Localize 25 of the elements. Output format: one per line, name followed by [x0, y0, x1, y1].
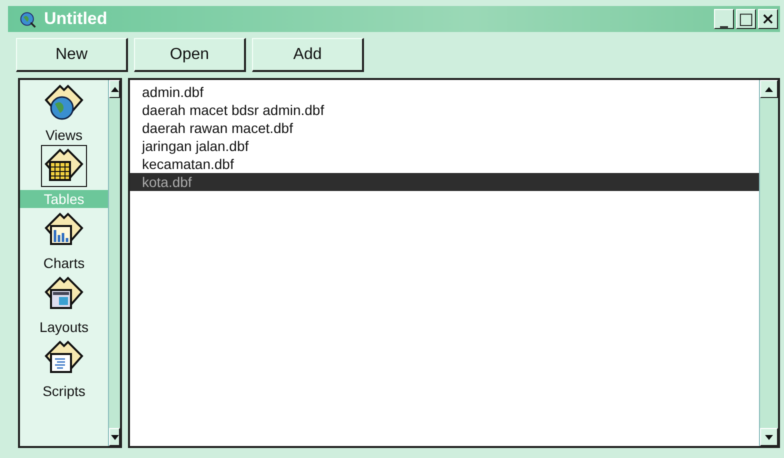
window-control-button[interactable]: ×	[758, 9, 778, 29]
scroll-up-icon[interactable]	[109, 80, 120, 98]
window-control-button[interactable]: _	[714, 9, 734, 29]
file-list-item[interactable]: daerah rawan macet.dbf	[130, 119, 759, 137]
file-list-item[interactable]: kota.dbf	[130, 173, 759, 191]
file-list-item[interactable]: jaringan jalan.dbf	[130, 137, 759, 155]
toolbar-button[interactable]: Add	[252, 38, 364, 72]
file-list-item[interactable]: admin.dbf	[130, 83, 759, 101]
toolbar-button[interactable]: Open	[134, 38, 246, 72]
toolbar-button[interactable]: New	[16, 38, 128, 72]
scroll-down-icon[interactable]	[109, 428, 120, 446]
sidebar-item[interactable]: Layouts	[35, 318, 93, 336]
sidebar-item[interactable]: Scripts	[38, 382, 90, 400]
scroll-down-icon[interactable]	[760, 428, 778, 446]
scrollbar[interactable]	[759, 80, 778, 446]
window-title: Untitled	[44, 9, 108, 29]
tables-document-icon[interactable]	[42, 146, 86, 186]
window-control-button[interactable]: □	[736, 9, 756, 29]
scrollbar[interactable]	[108, 80, 120, 446]
file-list-item[interactable]: kecamatan.dbf	[130, 155, 759, 173]
sidebar-item[interactable]: Charts	[39, 254, 89, 272]
sidebar-item[interactable]: Views	[41, 126, 87, 144]
views-document-icon[interactable]	[42, 82, 86, 122]
file-list-item[interactable]: daerah macet bdsr admin.dbf	[130, 101, 759, 119]
scroll-up-icon[interactable]	[760, 80, 778, 98]
